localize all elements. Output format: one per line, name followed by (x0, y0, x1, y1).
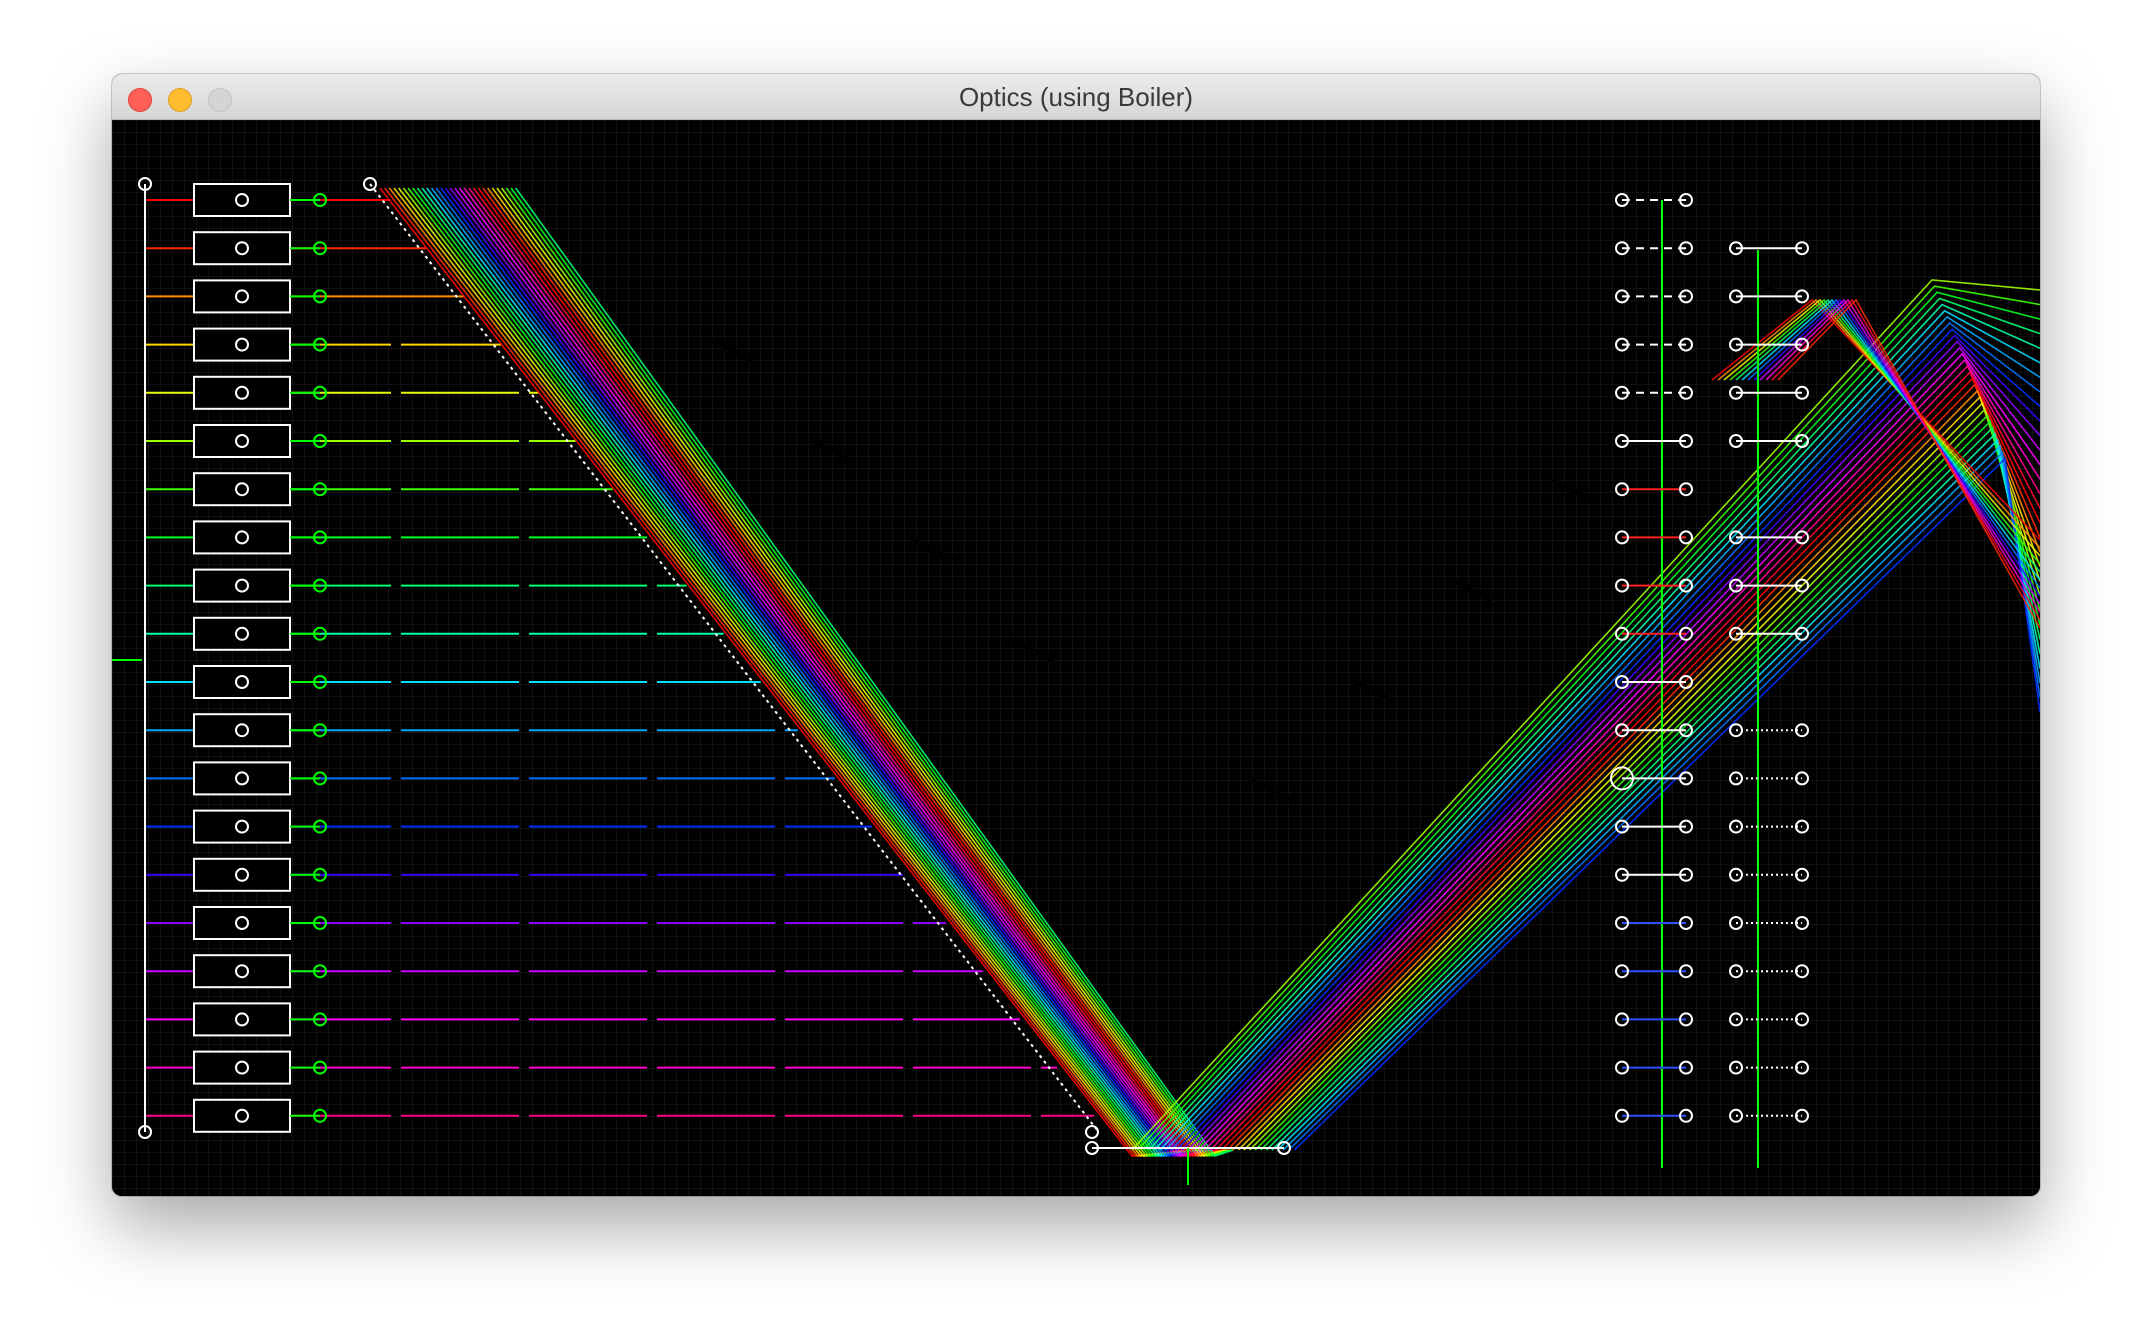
source-block-icon[interactable] (193, 761, 291, 796)
window-title: Optics (using Boiler) (958, 82, 1194, 112)
source-block-icon[interactable] (193, 1050, 291, 1085)
source-block-icon[interactable] (193, 616, 291, 651)
source-block-icon[interactable] (193, 713, 291, 748)
source-block-icon[interactable] (193, 665, 291, 699)
source-block-icon[interactable] (193, 520, 291, 555)
optics-scene[interactable] (112, 120, 2040, 1196)
source-block-icon[interactable] (193, 424, 291, 458)
source-block-icon[interactable] (193, 279, 291, 314)
source-block-icon[interactable] (193, 375, 291, 410)
optics-canvas[interactable] (112, 120, 2040, 1196)
source-block-icon[interactable] (193, 327, 291, 362)
source-block-icon[interactable] (193, 954, 291, 989)
source-block-icon[interactable] (193, 231, 291, 266)
source-block-icon[interactable] (193, 906, 291, 940)
title-bar[interactable]: Optics (using Boiler) (112, 74, 2040, 120)
source-block-icon[interactable] (193, 1098, 291, 1133)
source-block-icon[interactable] (193, 183, 291, 217)
source-block-icon[interactable] (193, 1002, 291, 1037)
source-block-icon[interactable] (193, 857, 291, 892)
source-block-icon[interactable] (193, 568, 291, 603)
app-window: Optics (using Boiler) (112, 74, 2040, 1196)
source-block-icon[interactable] (193, 809, 291, 844)
source-block-icon[interactable] (193, 472, 291, 507)
grid-background (112, 120, 2040, 1196)
